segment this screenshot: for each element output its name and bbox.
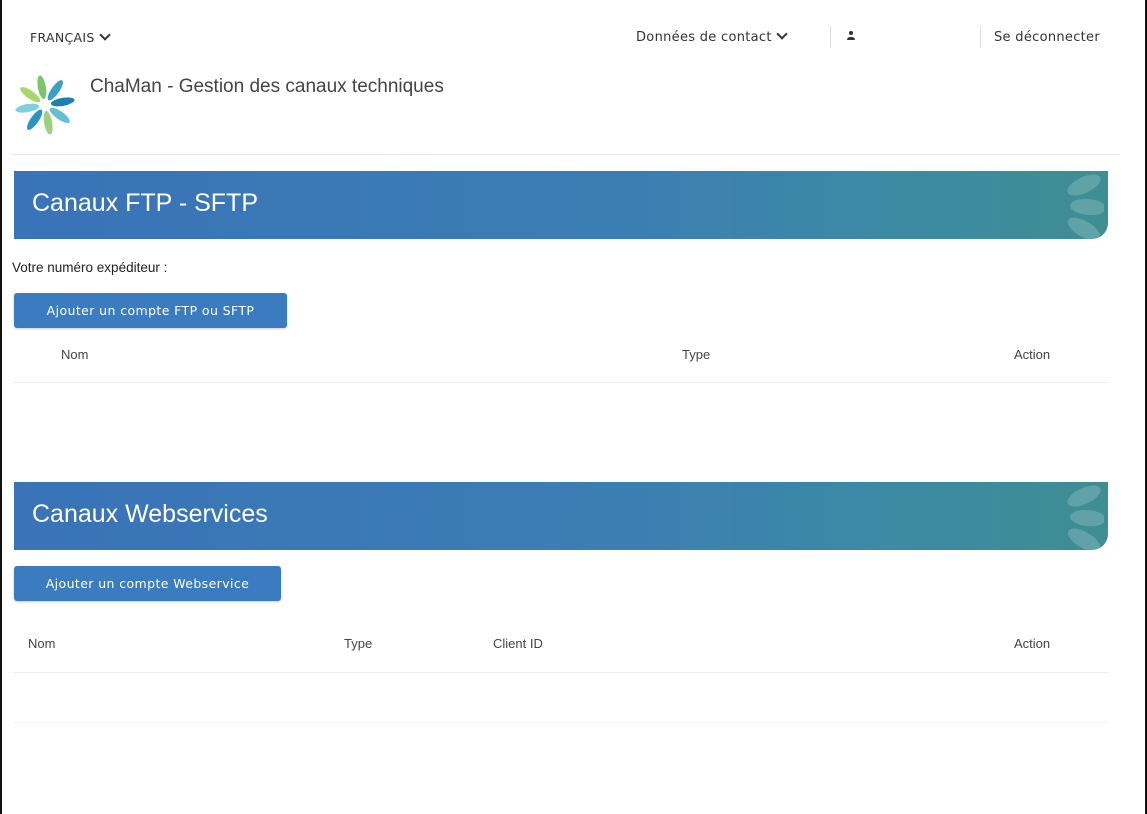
add-webservice-account-button[interactable]: Ajouter un compte Webservice — [14, 566, 281, 601]
app-header: ChaMan - Gestion des canaux techniques — [12, 66, 1120, 155]
column-header-action: Action — [1014, 636, 1051, 651]
language-label: FRANÇAIS — [30, 30, 95, 45]
sender-number-label: Votre numéro expéditeur : — [12, 260, 168, 275]
logout-link[interactable]: Se déconnecter — [994, 30, 1100, 45]
table-divider — [14, 382, 1108, 383]
column-header-action: Action — [1014, 347, 1051, 362]
app-logo — [15, 75, 75, 135]
column-header-type[interactable]: Type — [682, 347, 710, 362]
divider — [980, 26, 981, 48]
chevron-down-icon — [776, 28, 788, 40]
column-header-name[interactable]: Nom — [61, 347, 88, 362]
ftp-section-banner: Canaux FTP - SFTP — [14, 171, 1108, 239]
language-selector[interactable]: FRANÇAIS — [30, 29, 111, 45]
table-divider — [14, 722, 1108, 723]
table-divider — [14, 672, 1108, 673]
column-header-client-id[interactable]: Client ID — [493, 636, 543, 651]
app-title: ChaMan - Gestion des canaux techniques — [90, 76, 444, 97]
column-header-type[interactable]: Type — [344, 636, 372, 651]
section-title: Canaux Webservices — [32, 500, 268, 528]
leaf-decoration-icon — [1067, 485, 1104, 550]
user-icon[interactable] — [846, 31, 856, 43]
chevron-down-icon — [98, 29, 111, 41]
app-window: FRANÇAIS Données de contact Se déconnect… — [0, 0, 1147, 814]
webservices-section-banner: Canaux Webservices — [14, 482, 1108, 550]
contact-label: Données de contact — [636, 30, 772, 45]
top-bar: FRANÇAIS Données de contact Se déconnect… — [12, 22, 1127, 58]
contact-data-menu[interactable]: Données de contact — [636, 28, 788, 45]
section-title: Canaux FTP - SFTP — [32, 189, 258, 217]
leaf-decoration-icon — [1067, 174, 1104, 239]
column-header-name[interactable]: Nom — [28, 636, 55, 651]
divider — [830, 26, 831, 48]
add-ftp-account-button[interactable]: Ajouter un compte FTP ou SFTP — [14, 293, 287, 328]
